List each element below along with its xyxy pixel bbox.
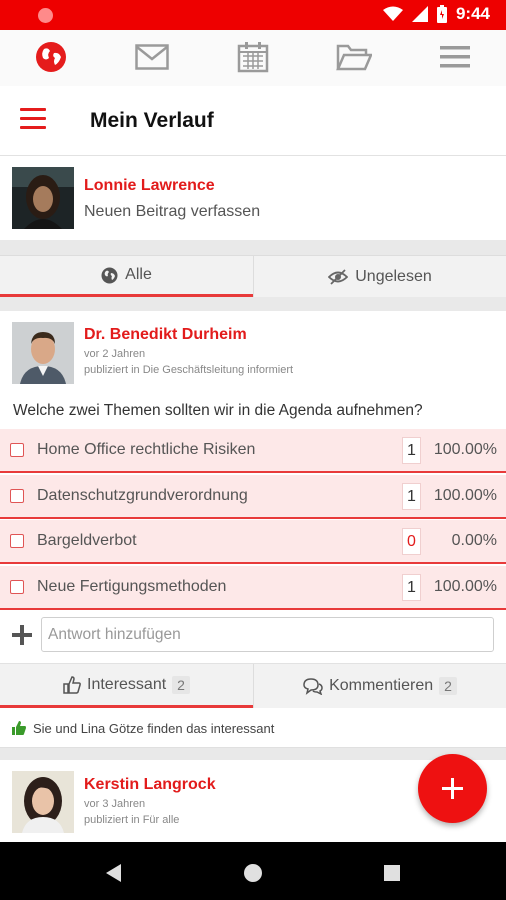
status-bar: 9:44 — [0, 0, 506, 30]
poll-option-count: 1 — [402, 437, 421, 464]
calendar-icon[interactable] — [235, 41, 271, 73]
interesting-button[interactable]: Interessant 2 — [0, 664, 253, 708]
clock: 9:44 — [455, 4, 490, 23]
poll-option[interactable]: Datenschutzgrundverordnung 1 100.00% — [0, 474, 506, 519]
top-navigation — [0, 30, 506, 86]
add-answer-row — [0, 616, 506, 660]
mail-icon[interactable] — [134, 41, 170, 73]
comments-icon — [303, 677, 323, 695]
poll-option-count: 1 — [402, 482, 421, 510]
eye-slash-icon — [328, 268, 349, 285]
page-title: Mein Verlauf — [90, 109, 214, 132]
poll-option[interactable]: Home Office rechtliche Risiken 1 100.00% — [0, 429, 506, 473]
comment-button[interactable]: Kommentieren 2 — [253, 664, 506, 708]
poll-option-count: 1 — [402, 573, 421, 601]
tab-all[interactable]: Alle — [0, 256, 253, 297]
poll-option-percent: 0.00% — [451, 532, 497, 549]
hamburger-menu-icon[interactable] — [20, 108, 46, 130]
checkbox[interactable] — [10, 579, 24, 594]
menu-icon[interactable] — [437, 41, 473, 73]
comment-label: Kommentieren — [329, 677, 434, 694]
post-time: vor 3 Jahren — [84, 798, 146, 810]
likes-text: Sie und Lina Götze finden das interessan… — [33, 720, 275, 736]
header: Mein Verlauf — [0, 86, 506, 156]
notification-dot-icon — [38, 8, 53, 23]
interesting-count: 2 — [172, 675, 190, 694]
poll-option-label: Home Office rechtliche Risiken — [37, 441, 256, 458]
system-navigation-bar — [0, 842, 506, 900]
post-author[interactable]: Dr. Benedikt Durheim — [84, 326, 247, 344]
post-actions: Interessant 2 Kommentieren 2 — [0, 663, 506, 708]
poll-option-percent: 100.00% — [433, 486, 497, 504]
recents-icon[interactable] — [381, 862, 403, 884]
interesting-label: Interessant — [87, 675, 167, 693]
wifi-icon — [382, 6, 403, 21]
battery-icon — [436, 5, 447, 23]
poll-option[interactable]: Neue Fertigungsmethoden 1 100.00% — [0, 565, 506, 610]
comment-count: 2 — [439, 677, 457, 695]
poll-option-label: Bargeldverbot — [37, 532, 137, 549]
tab-all-label: Alle — [125, 266, 152, 283]
avatar — [12, 771, 74, 833]
signal-icon — [411, 6, 428, 22]
poll-option-percent: 100.00% — [433, 577, 497, 595]
poll-option-label: Datenschutzgrundverordnung — [37, 486, 248, 504]
poll-option[interactable]: Bargeldverbot 0 0.00% — [0, 520, 506, 564]
tab-unread[interactable]: Ungelesen — [253, 256, 506, 297]
folder-icon[interactable] — [336, 41, 372, 73]
avatar — [12, 322, 74, 384]
poll-question: Welche zwei Themen sollten wir in die Ag… — [13, 402, 423, 419]
checkbox[interactable] — [10, 488, 24, 503]
thumbs-up-icon — [12, 721, 26, 735]
globe-icon — [101, 267, 118, 283]
status-icons: 9:44 — [382, 4, 490, 24]
post-composer[interactable]: Lonnie Lawrence Neuen Beitrag verfassen — [0, 156, 506, 240]
checkbox[interactable] — [10, 534, 24, 548]
poll-option-label: Neue Fertigungsmethoden — [37, 577, 227, 595]
poll: Home Office rechtliche Risiken 1 100.00%… — [0, 429, 506, 611]
new-post-prompt[interactable]: Neuen Beitrag verfassen — [84, 203, 260, 221]
user-name[interactable]: Lonnie Lawrence — [84, 177, 215, 195]
thumbs-up-icon — [63, 675, 81, 694]
post-published-in[interactable]: publiziert in Die Geschäftsleitung infor… — [84, 364, 293, 376]
add-answer-input[interactable] — [41, 617, 494, 652]
post-card: Dr. Benedikt Durheim vor 2 Jahren publiz… — [0, 311, 506, 748]
poll-option-count: 0 — [402, 528, 421, 555]
plus-icon[interactable] — [12, 625, 32, 645]
checkbox[interactable] — [10, 443, 24, 457]
back-icon[interactable] — [103, 862, 125, 884]
likes-summary[interactable]: Sie und Lina Götze finden das interessan… — [0, 709, 506, 748]
home-icon[interactable] — [242, 862, 264, 884]
new-post-fab-button[interactable] — [418, 754, 487, 823]
filter-tabs: Alle Ungelesen — [0, 255, 506, 297]
globe-icon[interactable] — [33, 41, 69, 73]
post-author[interactable]: Kerstin Langrock — [84, 776, 216, 794]
tab-unread-label: Ungelesen — [355, 267, 432, 285]
avatar — [12, 167, 74, 229]
poll-option-percent: 100.00% — [433, 441, 497, 458]
post-published-in[interactable]: publiziert in Für alle — [84, 814, 179, 826]
post-time: vor 2 Jahren — [84, 348, 146, 360]
